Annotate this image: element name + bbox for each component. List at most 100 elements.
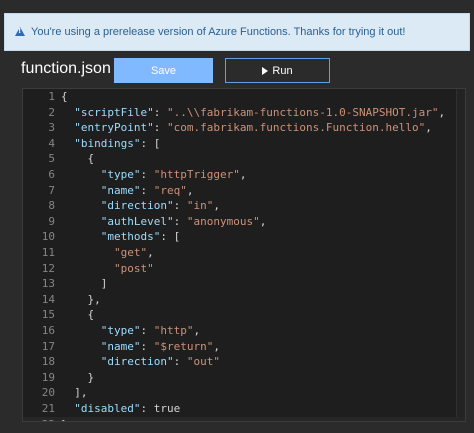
line-number: 5 (48, 152, 55, 166)
code-text: "name": "$return", (61, 339, 220, 355)
code-line[interactable]: 1{ (23, 89, 465, 105)
code-text: "bindings": [ (61, 136, 160, 152)
code-text: "direction": "in", (61, 198, 220, 214)
code-token: ] (61, 277, 108, 291)
code-token: { (61, 90, 68, 103)
code-token: , (259, 214, 267, 228)
code-token: "get" (61, 246, 148, 259)
run-button[interactable]: Run (225, 58, 330, 83)
code-line[interactable]: 15 { (23, 307, 465, 323)
code-token: } (61, 418, 68, 421)
code-line[interactable]: 22} (23, 416, 465, 421)
code-token: { (61, 152, 95, 166)
code-token: "methods" (61, 230, 161, 244)
code-line[interactable]: 17 "name": "$return", (23, 339, 465, 355)
code-token: "scriptFile" (61, 105, 154, 119)
code-text: { (61, 89, 68, 105)
save-button[interactable]: Save (114, 58, 213, 83)
code-token: ], (61, 386, 88, 400)
code-line[interactable]: 14 }, (23, 292, 465, 308)
line-number: 17 (41, 339, 55, 353)
editor-toolbar: function.json Save Run (0, 52, 474, 88)
run-button-label: Run (272, 64, 293, 77)
code-text: } (61, 417, 68, 421)
code-text: "authLevel": "anonymous", (61, 214, 267, 230)
code-token: , (147, 246, 154, 259)
code-token: : (140, 183, 154, 197)
code-line[interactable]: 12 "post" (23, 261, 465, 277)
code-line[interactable]: 2 "scriptFile": "..\\fabrikam-functions-… (23, 105, 465, 121)
line-number: 3 (48, 121, 55, 135)
code-line[interactable]: 5 { (23, 151, 465, 167)
save-button-label: Save (150, 64, 177, 77)
code-token: "authLevel" (61, 214, 174, 228)
code-line[interactable]: 9 "authLevel": "anonymous", (23, 214, 465, 230)
code-text: "get", (61, 245, 154, 261)
code-token: "name" (61, 183, 141, 197)
code-line[interactable]: 19 } (23, 370, 465, 386)
code-line[interactable]: 13 ] (23, 276, 465, 292)
code-token: "anonymous" (186, 214, 260, 228)
code-token: "$return" (153, 339, 214, 353)
code-line[interactable]: 21 "disabled": true (23, 401, 465, 417)
code-text: "name": "req", (61, 183, 194, 199)
code-token: , (438, 105, 446, 119)
code-token: "com.fabrikam.functions.Function.hello" (166, 121, 426, 135)
code-line[interactable]: 11 "get", (23, 245, 465, 261)
code-token: : (173, 355, 187, 369)
code-line[interactable]: 4 "bindings": [ (23, 136, 465, 152)
code-text: { (61, 151, 94, 167)
code-text: "post" (61, 261, 154, 277)
code-text: "disabled": true (61, 401, 180, 417)
code-token: : (173, 214, 187, 228)
code-text: { (61, 307, 94, 323)
line-number: 18 (41, 355, 55, 369)
code-text: "entryPoint": "com.fabrikam.functions.Fu… (61, 120, 432, 136)
code-line[interactable]: 18 "direction": "out" (23, 354, 465, 370)
code-token: , (239, 168, 247, 181)
file-title: function.json (21, 60, 111, 77)
line-number: 10 (41, 230, 55, 244)
code-token: , (213, 339, 220, 353)
code-token: : (153, 121, 167, 135)
code-token: "entryPoint" (61, 121, 154, 135)
code-text: ], (61, 385, 88, 401)
code-text: } (61, 370, 94, 386)
line-number: 9 (48, 214, 55, 228)
code-token: : (140, 402, 154, 415)
code-line[interactable]: 8 "direction": "in", (23, 198, 465, 214)
code-token: "type" (61, 168, 141, 181)
code-token: , (186, 183, 194, 197)
code-line[interactable]: 10 "methods": [ (23, 229, 465, 245)
code-line[interactable]: 7 "name": "req", (23, 183, 465, 199)
code-token: : (173, 199, 187, 213)
line-number: 15 (41, 308, 55, 322)
code-token: "http" (153, 324, 194, 337)
code-text: "scriptFile": "..\\fabrikam-functions-1.… (61, 105, 445, 121)
code-line[interactable]: 16 "type": "http", (23, 323, 465, 339)
code-token: "in" (186, 199, 214, 213)
code-text: "type": "http", (61, 323, 200, 339)
code-token: "req" (153, 183, 187, 197)
code-token: } (61, 370, 95, 384)
line-number: 14 (41, 292, 55, 306)
code-line[interactable]: 3 "entryPoint": "com.fabrikam.functions.… (23, 120, 465, 136)
code-token: "..\\fabrikam-functions-1.0-SNAPSHOT.jar… (166, 105, 439, 119)
code-text: }, (61, 292, 100, 308)
line-number: 2 (48, 105, 55, 119)
line-number: 6 (48, 168, 55, 181)
line-number: 21 (41, 402, 55, 415)
banner-text: You're using a prerelease version of Azu… (31, 26, 406, 38)
code-token: : (140, 324, 154, 337)
code-token: : (140, 339, 154, 353)
code-token: { (61, 308, 95, 322)
code-editor[interactable]: 1{2 "scriptFile": "..\\fabrikam-function… (22, 88, 466, 422)
code-line[interactable]: 20 ], (23, 385, 465, 401)
line-number: 22 (23, 417, 55, 421)
code-line[interactable]: 6 "type": "httpTrigger", (23, 167, 465, 183)
line-number: 7 (48, 183, 55, 197)
code-token: "name" (61, 339, 141, 353)
code-token: : [ (160, 230, 181, 244)
code-token: , (425, 121, 432, 135)
line-number: 4 (48, 136, 55, 150)
